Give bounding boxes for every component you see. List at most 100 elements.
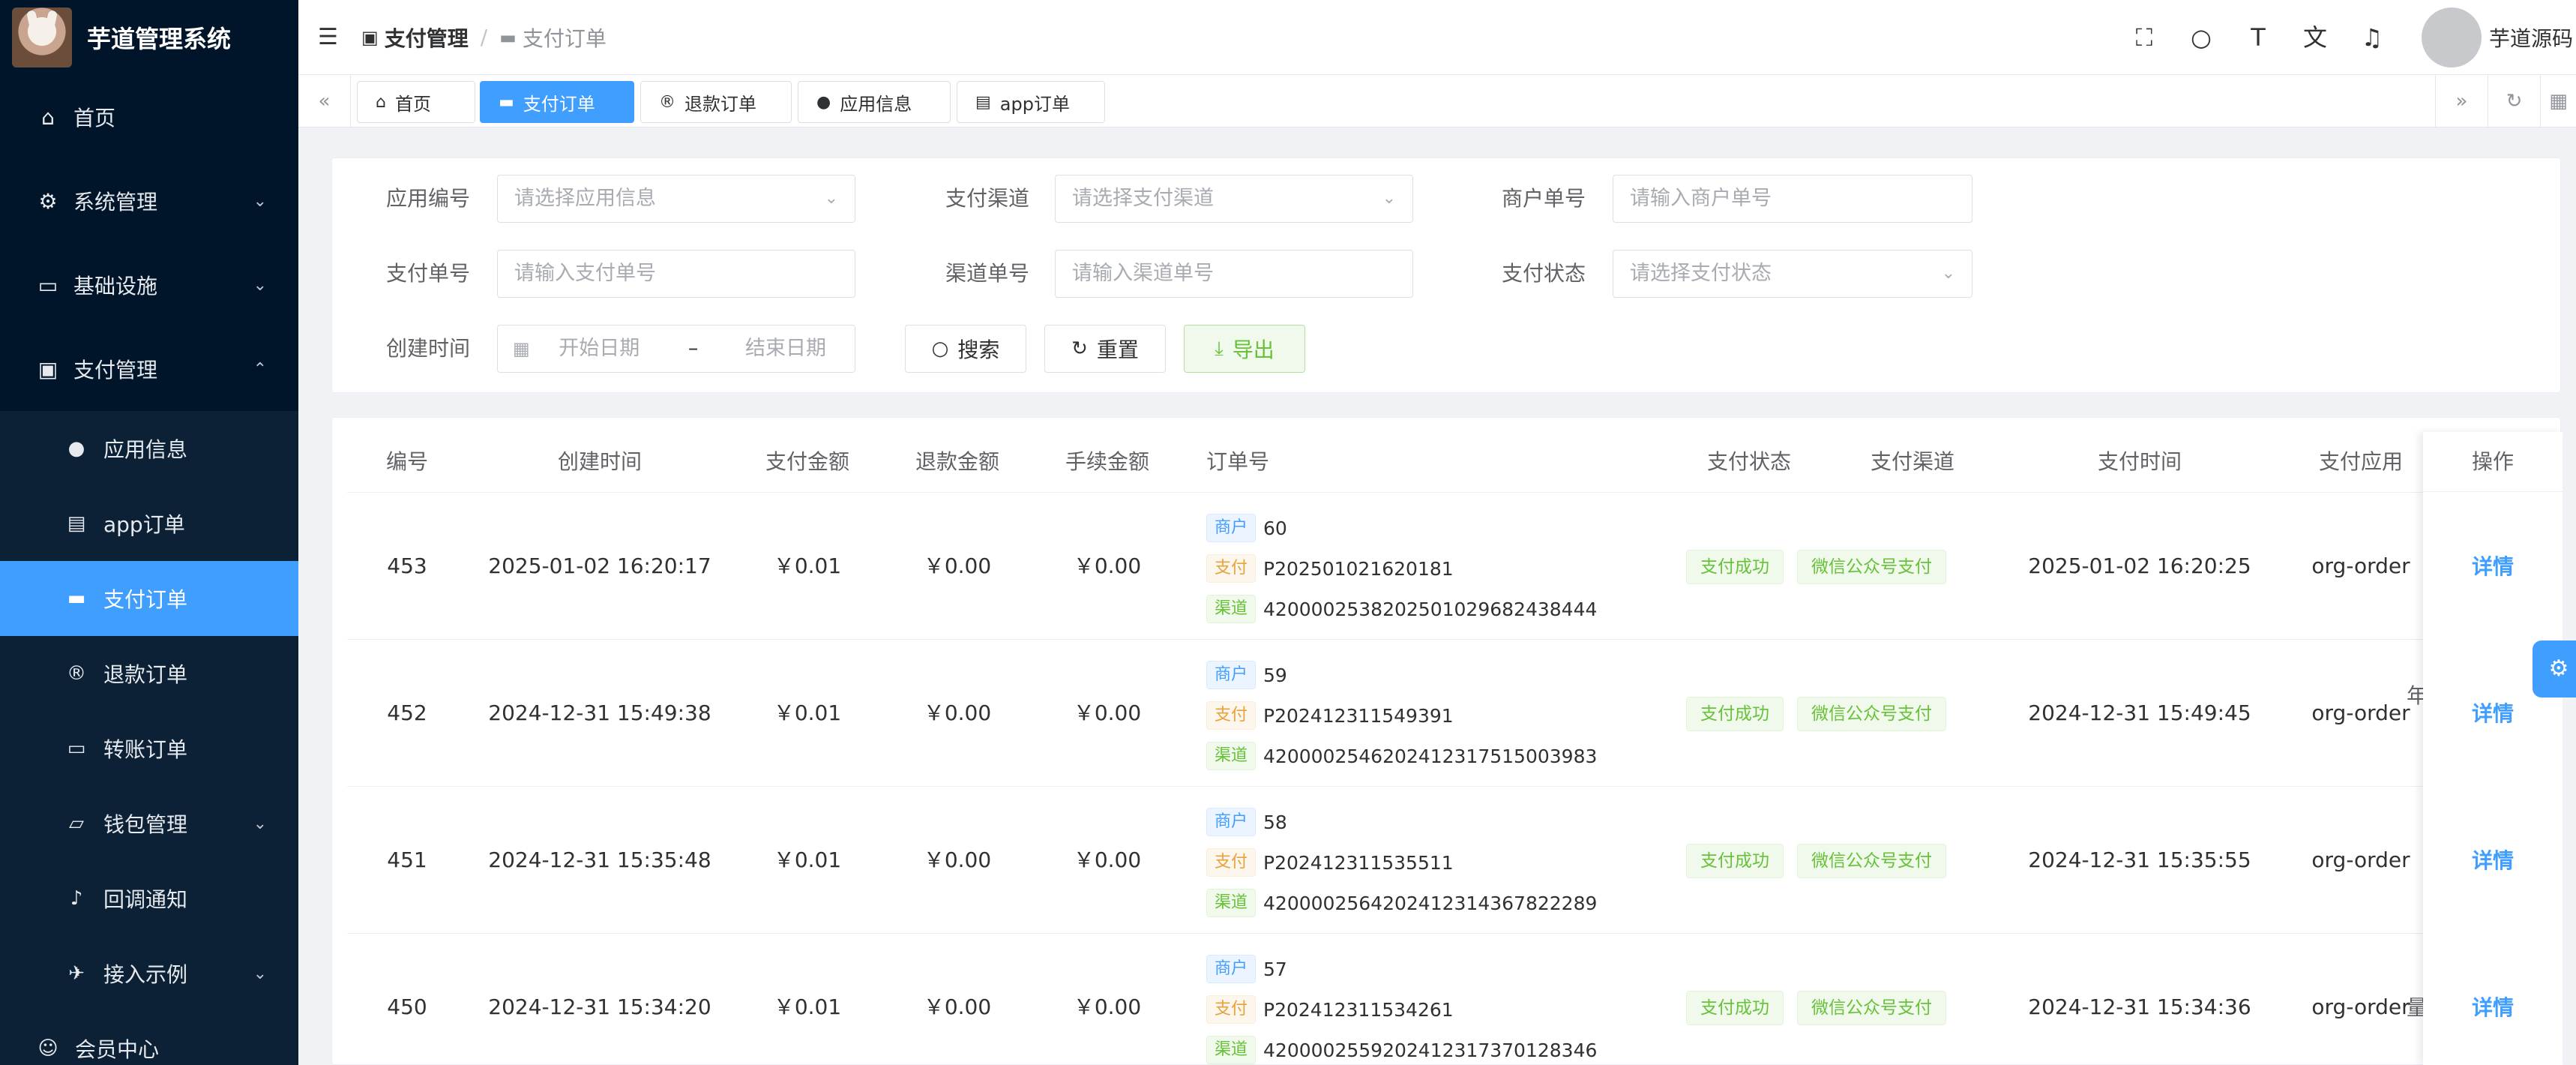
sidebar-item-system[interactable]: ⚙ 系统管理 ⌄	[0, 159, 298, 243]
cell-amount: ￥0.01	[773, 848, 842, 872]
card-icon: ▬	[499, 26, 517, 48]
col-action: 操作	[2423, 432, 2563, 492]
detail-link[interactable]: 详情	[2423, 992, 2563, 1022]
menu-toggle-icon[interactable]: ☰	[318, 24, 342, 50]
col-created: 创建时间	[557, 449, 642, 474]
detail-link[interactable]: 详情	[2423, 698, 2563, 728]
search-icon[interactable]: ○	[2188, 24, 2215, 51]
sidebar-item-pay-order[interactable]: ▬ 支付订单	[0, 561, 298, 636]
cell-refund: ￥0.00	[923, 700, 992, 725]
translate-icon[interactable]: 文	[2302, 24, 2329, 51]
font-size-icon[interactable]: T	[2245, 24, 2272, 51]
merchant-no-input[interactable]: 请输入商户单号	[1613, 175, 1972, 223]
channel-no: 4200002559202412317370128346	[1263, 1039, 1598, 1061]
pay-no: P202412311549391	[1263, 704, 1454, 727]
cell-id: 452	[387, 700, 427, 725]
status-label: 支付状态	[1501, 261, 1586, 286]
search-button[interactable]: ○ 搜索	[905, 325, 1026, 373]
cell-created: 2024-12-31 15:34:20	[488, 994, 711, 1019]
app-select[interactable]: 请选择应用信息 ⌄	[497, 175, 855, 223]
channel-no: 4200002546202412317515003983	[1263, 745, 1598, 767]
scroll-left-icon[interactable]: «	[298, 75, 351, 128]
box-icon: ▤	[67, 512, 86, 535]
export-button[interactable]: ⤓ 导出	[1184, 325, 1305, 373]
status-badge: 支付成功	[1686, 550, 1784, 584]
sidebar-item-label: 应用信息	[103, 437, 188, 462]
range-separator: –	[687, 337, 699, 360]
cell-order-no: 商户 60 支付 P202501021620181 渠道 42000025382025…	[1206, 508, 1626, 629]
box-icon: ▤	[975, 92, 991, 112]
sidebar-item-label: 会员中心	[75, 1037, 160, 1062]
chevron-up-icon: ⌃	[253, 359, 267, 379]
sidebar-item-transfer-order[interactable]: ▭ 转账订单	[0, 711, 298, 786]
cell-fee: ￥0.00	[1073, 994, 1142, 1019]
avatar[interactable]	[2421, 8, 2482, 68]
status-badge: 支付成功	[1686, 991, 1784, 1025]
refresh-icon[interactable]: ↻	[2488, 75, 2540, 128]
channel-no-input[interactable]: 请输入渠道单号	[1055, 250, 1413, 298]
start-date: 开始日期	[559, 337, 640, 360]
sidebar-item-app-order[interactable]: ▤ app订单	[0, 486, 298, 561]
breadcrumb-item[interactable]: ▣ 支付管理	[361, 22, 469, 52]
breadcrumb-separator: /	[480, 25, 488, 50]
member-icon: ☺	[37, 1037, 58, 1060]
fullscreen-icon[interactable]: ⛶	[2131, 24, 2158, 51]
sidebar-item-label: app订单	[103, 512, 185, 537]
date-range-picker[interactable]: ▦ 开始日期 – 结束日期	[497, 325, 855, 373]
breadcrumb: ▣ 支付管理 / ▬ 支付订单	[361, 22, 607, 52]
action-column: 操作 详情 详情 详情 详情	[2423, 432, 2563, 1065]
channel-tag: 渠道	[1206, 1036, 1257, 1064]
merchant-no: 57	[1263, 958, 1287, 980]
table-row: 452 2024-12-31 15:49:38 ￥0.01 ￥0.00 ￥0.0…	[347, 640, 2547, 787]
merchant-tag: 商户	[1206, 955, 1257, 983]
tab-app-info[interactable]: ● 应用信息	[798, 81, 951, 123]
pay-tag: 支付	[1206, 701, 1257, 730]
sidebar-item-infra[interactable]: ▭ 基础设施 ⌄	[0, 243, 298, 327]
channel-tag: 渠道	[1206, 595, 1257, 623]
logo[interactable]: 芋道管理系统	[0, 0, 298, 75]
sidebar-item-member[interactable]: ☺ 会员中心	[0, 1011, 298, 1065]
tab-pay-order[interactable]: ▬ 支付订单	[480, 81, 634, 123]
pay-tag: 支付	[1206, 554, 1257, 583]
sidebar-item-app-info[interactable]: ● 应用信息	[0, 411, 298, 486]
sidebar-item-wallet[interactable]: ▱ 钱包管理 ⌄	[0, 786, 298, 861]
wallet-icon: ▱	[69, 812, 84, 835]
table-header: 编号 创建时间 支付金额 退款金额 手续金额 订单号 支付状态 支付渠道 支付时…	[347, 418, 2547, 493]
sidebar-item-refund-order[interactable]: ® 退款订单	[0, 636, 298, 711]
user-name[interactable]: 芋道源码	[2489, 22, 2573, 52]
sidebar-item-notify[interactable]: ♪ 回调通知	[0, 861, 298, 936]
grid-icon[interactable]: ▦	[2540, 75, 2576, 128]
bell-icon[interactable]: ♫	[2359, 24, 2386, 51]
calendar-icon: ▦	[513, 338, 530, 359]
status-select[interactable]: 请选择支付状态 ⌄	[1613, 250, 1972, 298]
cell-pay-time: 2025-01-02 16:20:25	[2028, 554, 2251, 578]
sidebar-item-label: 首页	[73, 106, 116, 130]
col-order-no: 订单号	[1206, 449, 1270, 474]
chevron-down-icon: ⌄	[253, 814, 267, 833]
tab-app-order[interactable]: ▤ app订单	[957, 81, 1105, 123]
settings-gear-icon[interactable]: ⚙	[2533, 640, 2576, 698]
detail-link[interactable]: 详情	[2423, 844, 2563, 874]
reset-button[interactable]: ↻ 重置	[1044, 325, 1166, 373]
channel-select[interactable]: 请选择支付渠道 ⌄	[1055, 175, 1413, 223]
cell-pay-time: 2024-12-31 15:34:36	[2028, 994, 2251, 1019]
sidebar-item-pay[interactable]: ▣ 支付管理 ⌃	[0, 327, 298, 411]
scroll-right-icon[interactable]: »	[2435, 75, 2488, 128]
cell-id: 450	[387, 994, 427, 1019]
sidebar-item-home[interactable]: ⌂ 首页	[0, 75, 298, 159]
merchant-no: 59	[1263, 664, 1287, 686]
pay-no-input[interactable]: 请输入支付单号	[497, 250, 855, 298]
merchant-tag: 商户	[1206, 808, 1257, 836]
tab-home[interactable]: ⌂ 首页	[357, 81, 475, 123]
cell-amount: ￥0.01	[773, 994, 842, 1019]
search-form: 应用编号 请选择应用信息 ⌄ 支付渠道 请选择支付渠道 ⌄ 商户单号 请输入商户…	[331, 158, 2561, 393]
tab-refund-order[interactable]: ® 退款订单	[640, 81, 792, 123]
sidebar-item-label: 支付订单	[103, 587, 188, 612]
breadcrumb-item: ▬ 支付订单	[499, 26, 607, 51]
cell-order-no: 商户 58 支付 P202412311535511 渠道 42000025642024…	[1206, 802, 1626, 923]
sidebar-item-label: 系统管理	[73, 190, 158, 214]
chevron-down-icon: ⌄	[1382, 189, 1396, 208]
detail-link[interactable]: 详情	[2423, 550, 2563, 580]
sidebar-item-demo[interactable]: ✈ 接入示例 ⌄	[0, 936, 298, 1011]
cell-amount: ￥0.01	[773, 700, 842, 725]
